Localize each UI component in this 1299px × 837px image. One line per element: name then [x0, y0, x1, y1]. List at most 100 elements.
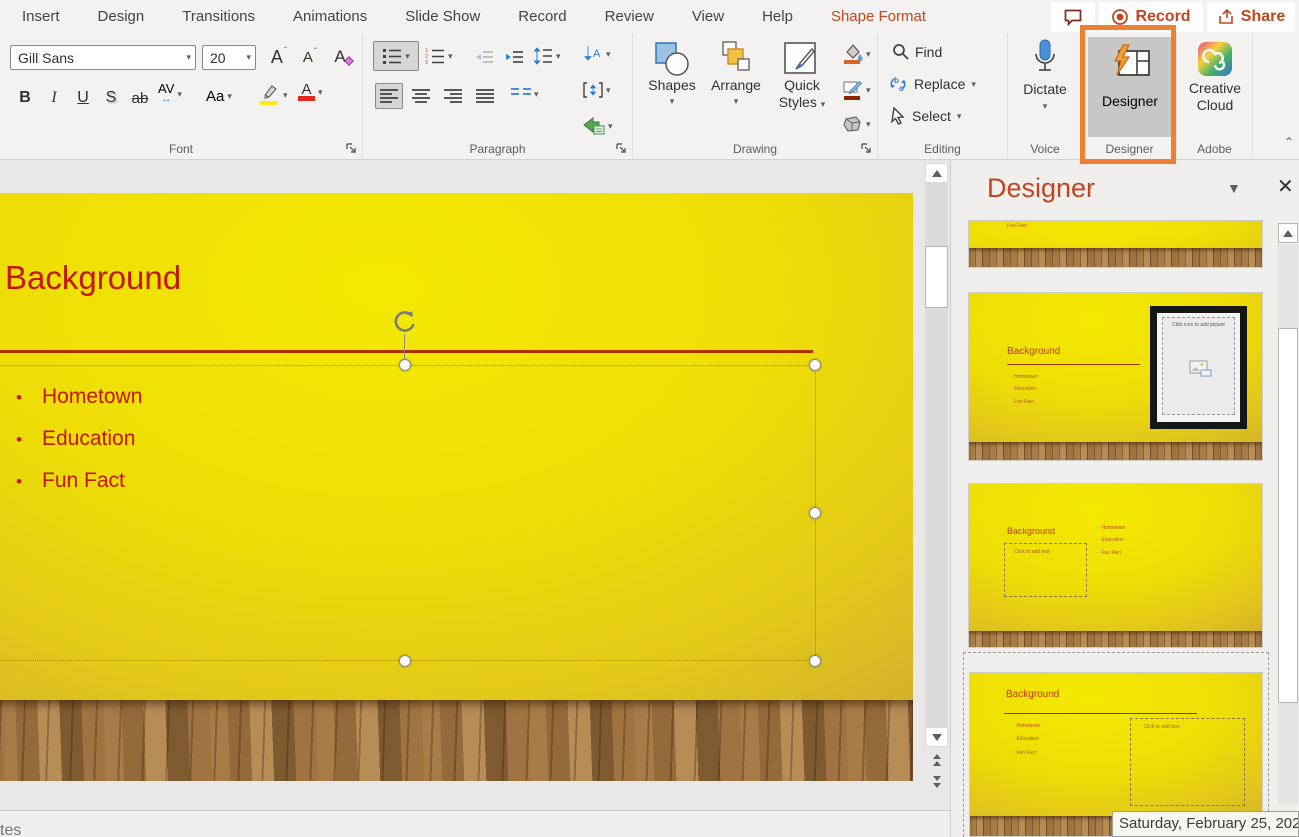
tab-help[interactable]: Help [743, 8, 812, 25]
decrease-font-size-button[interactable]: Aˇ [296, 43, 324, 71]
tab-shape-format[interactable]: Shape Format [812, 8, 945, 25]
tab-review[interactable]: Review [586, 8, 673, 25]
eraser-icon [344, 56, 354, 66]
convert-to-smartart-button[interactable]: ▾ [583, 117, 613, 135]
align-text-button[interactable]: ▾ [583, 81, 611, 99]
designer-button[interactable]: Designer [1088, 37, 1172, 137]
align-text-icon [583, 81, 603, 99]
rotate-handle[interactable] [391, 306, 419, 334]
find-button[interactable]: Find [892, 43, 942, 60]
font-color-button[interactable]: A ▾ [298, 83, 323, 101]
textbox-selection-outline[interactable] [0, 365, 816, 661]
italic-button[interactable]: I [42, 85, 66, 111]
previous-slide-button[interactable] [925, 750, 948, 770]
paragraph-dialog-launcher[interactable] [616, 143, 627, 154]
tab-record[interactable]: Record [499, 8, 585, 25]
character-spacing-button[interactable]: AV ↔ ▾ [158, 83, 182, 105]
next-slide-button[interactable] [925, 772, 948, 792]
shape-outline-button[interactable]: ▾ [841, 79, 871, 101]
chevron-down-icon: ▾ [186, 52, 191, 63]
tab-insert[interactable]: Insert [0, 8, 79, 25]
creative-cloud-button[interactable]: Creative Cloud [1183, 41, 1247, 114]
font-name-select[interactable]: Gill Sans ▾ [10, 45, 196, 70]
share-label: Share [1241, 8, 1285, 26]
font-dialog-launcher[interactable] [346, 143, 357, 154]
scrollbar-thumb[interactable] [925, 246, 948, 308]
align-right-icon [444, 88, 462, 104]
justify-button[interactable] [471, 83, 499, 109]
strikethrough-button[interactable]: ab [126, 85, 154, 111]
highlighter-icon [258, 83, 280, 107]
quick-styles-button[interactable]: Quick Styles ▾ [769, 41, 835, 113]
increase-font-size-button[interactable]: Aˆ [264, 43, 294, 71]
svg-text:A: A [593, 48, 601, 60]
bullets-button[interactable]: ▾ [373, 41, 419, 71]
microphone-icon [1032, 39, 1058, 77]
resize-handle-top-right[interactable] [809, 359, 821, 371]
resize-handle-top[interactable] [399, 359, 411, 371]
tab-transitions[interactable]: Transitions [163, 8, 274, 25]
replace-button[interactable]: b c Replace▾ [888, 75, 976, 93]
bold-button[interactable]: B [12, 85, 38, 111]
resize-handle-bottom[interactable] [399, 655, 411, 667]
panel-close-icon[interactable]: ✕ [1277, 174, 1294, 199]
quick-styles-icon [782, 41, 822, 77]
scroll-up-button[interactable] [925, 163, 948, 183]
columns-button[interactable]: ▾ [511, 87, 539, 101]
tab-slide-show[interactable]: Slide Show [386, 8, 499, 25]
design-thumbnail-2[interactable]: Background Hometown Education Fun Fact C… [968, 292, 1263, 461]
design-thumbnail-1[interactable]: Fun Fact [968, 220, 1263, 268]
text-shadow-button[interactable]: S [98, 85, 124, 111]
font-size-select[interactable]: 20 ▾ [202, 45, 256, 70]
panel-scroll-up-button[interactable] [1278, 223, 1298, 243]
decrease-indent-button[interactable] [471, 47, 497, 69]
design-thumbnail-3[interactable]: Background Click to add text · Hometown … [968, 483, 1263, 648]
increase-indent-icon [504, 50, 524, 66]
line-spacing-button[interactable]: ▾ [533, 47, 561, 65]
align-right-button[interactable] [439, 83, 467, 109]
shape-effects-icon [841, 115, 863, 133]
menubar: Insert Design Transitions Animations Sli… [0, 0, 1299, 33]
tab-animations[interactable]: Animations [274, 8, 386, 25]
increase-indent-button[interactable] [501, 47, 527, 69]
shape-fill-button[interactable]: ▾ [841, 43, 871, 65]
chevron-down-icon: ▾ [246, 52, 251, 63]
clear-formatting-button[interactable]: A [330, 43, 358, 71]
share-button[interactable]: Share [1207, 2, 1295, 32]
panel-scrollbar-thumb[interactable] [1278, 328, 1298, 703]
font-color-swatch [298, 96, 315, 101]
notes-pane[interactable] [0, 811, 950, 837]
date-tooltip: Saturday, February 25, 202 [1112, 811, 1299, 837]
panel-chevron-down-icon[interactable]: ▼ [1227, 180, 1241, 196]
collapse-ribbon-icon[interactable]: ⌃ [1284, 135, 1294, 149]
resize-handle-bottom-right[interactable] [809, 655, 821, 667]
dictate-button[interactable]: Dictate ▾ [1014, 39, 1076, 112]
text-direction-button[interactable]: A ▾ [583, 45, 611, 63]
slide-title[interactable]: Background [5, 259, 181, 297]
shape-outline-icon [841, 79, 863, 101]
align-center-button[interactable] [407, 83, 435, 109]
resize-handle-right[interactable] [809, 507, 821, 519]
tab-view[interactable]: View [673, 8, 743, 25]
select-button[interactable]: Select▾ [890, 107, 961, 125]
drawing-group: Shapes ▾ Arrange ▾ Quick Style [633, 33, 878, 160]
shapes-button[interactable]: Shapes ▾ [641, 41, 703, 107]
comments-button[interactable] [1051, 2, 1095, 32]
arrange-button[interactable]: Arrange ▾ [705, 41, 767, 107]
slide-editor-area: Background • Hometown • Education • Fun … [0, 160, 950, 837]
font-name-value: Gill Sans [18, 50, 74, 66]
highlight-color-button[interactable]: ▾ [258, 83, 288, 107]
slide-canvas[interactable]: Background • Hometown • Education • Fun … [0, 193, 913, 781]
align-left-button[interactable] [375, 83, 403, 109]
font-group-label: Font [0, 142, 362, 156]
numbering-button[interactable]: 1 2 3 ▾ [425, 47, 453, 65]
shapes-icon [653, 41, 691, 77]
shape-effects-button[interactable]: ▾ [841, 115, 871, 133]
record-button[interactable]: Record [1099, 2, 1203, 32]
tab-design[interactable]: Design [79, 8, 164, 25]
drawing-dialog-launcher[interactable] [861, 143, 872, 154]
underline-button[interactable]: U [70, 85, 96, 111]
change-case-button[interactable]: Aa▾ [206, 88, 232, 105]
designer-panel-title: Designer [987, 173, 1095, 204]
scroll-down-button[interactable] [925, 727, 948, 747]
